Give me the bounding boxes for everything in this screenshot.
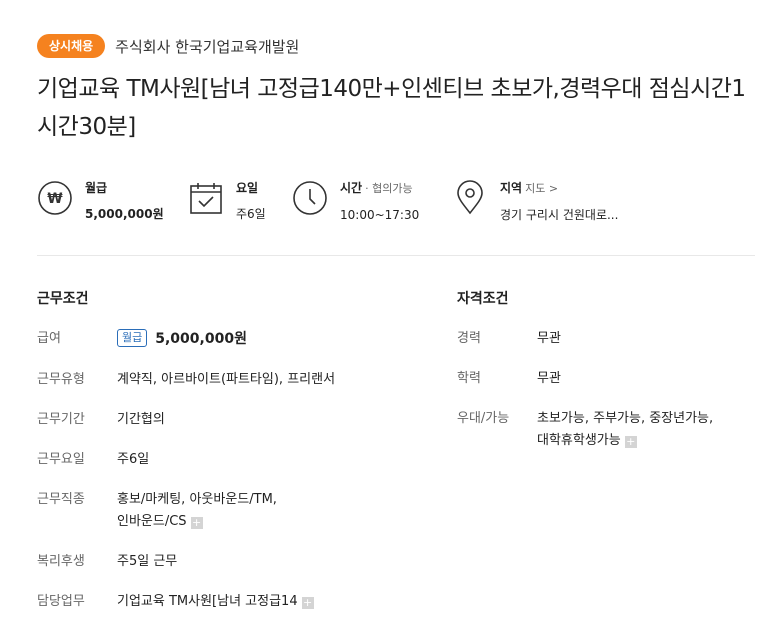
summary-hours-label: 시간 <box>340 181 363 195</box>
location-pin-icon <box>457 180 483 215</box>
summary-pay-label: 월급 <box>85 181 108 195</box>
summary-days-value: 주6일 <box>236 207 266 221</box>
svg-text:₩: ₩ <box>47 191 63 207</box>
hiring-type-badge: 상시채용 <box>37 34 106 58</box>
condition-row: 근무직종 홍보/마케팅, 아웃바운드/TM, 인바운드/CS + <box>37 489 335 533</box>
condition-row: 근무유형 계약직, 아르바이트(파트타임), 프리랜서 <box>37 369 335 391</box>
condition-label: 복리후생 <box>37 554 85 569</box>
expand-plus-icon[interactable]: + <box>301 597 314 609</box>
qualification-row: 경력 무관 <box>457 328 713 350</box>
summary-days-label: 요일 <box>236 181 259 195</box>
condition-row: 근무요일 주6일 <box>37 449 335 471</box>
qualifications-title: 자격조건 <box>457 291 509 307</box>
condition-value: 기간협의 <box>117 412 165 427</box>
summary-pay: ₩ 월급 5,000,000원 <box>37 180 164 222</box>
qualification-value: 초보가능, 주부가능, 중장년가능, <box>537 411 714 426</box>
condition-row: 근무기간 기간협의 <box>37 409 335 431</box>
summary-location-label: 지역 <box>500 181 523 195</box>
qualification-label: 우대/가능 <box>457 411 510 426</box>
summary-location-value: 경기 구리시 건원대로... <box>500 208 619 222</box>
expand-plus-icon[interactable]: + <box>624 436 637 448</box>
expand-plus-icon[interactable]: + <box>190 517 203 529</box>
condition-value: 주6일 <box>117 452 150 467</box>
qualification-row: 학력 무관 <box>457 368 713 390</box>
condition-row: 복리후생 주5일 근무 <box>37 551 335 573</box>
condition-label: 근무유형 <box>37 372 85 387</box>
condition-value: 계약직, 아르바이트(파트타임), 프리랜서 <box>117 372 336 387</box>
condition-row-salary: 급여 월급 5,000,000원 <box>37 328 335 351</box>
summary-hours: 시간 · 협의가능 10:00~17:30 <box>292 180 419 223</box>
condition-label: 근무기간 <box>37 412 85 427</box>
condition-row: 담당업무 기업교육 TM사원[남녀 고정급14 + <box>37 591 335 613</box>
condition-value: 주5일 근무 <box>117 554 178 569</box>
summary-bar: ₩ 월급 5,000,000원 요일 주6일 시간 · 협의가능 10:00~1… <box>37 180 755 230</box>
condition-value: 기업교육 TM사원[남녀 고정급14 <box>117 594 298 609</box>
clock-icon <box>293 181 327 215</box>
condition-value: 홍보/마케팅, 아웃바운드/TM, <box>117 492 277 507</box>
condition-label: 담당업무 <box>37 594 85 609</box>
condition-label: 근무직종 <box>37 492 85 507</box>
salary-type-pill: 월급 <box>117 329 148 347</box>
summary-hours-sub: · 협의가능 <box>365 182 413 195</box>
work-conditions-title: 근무조건 <box>37 291 89 307</box>
summary-pay-value: 5,000,000원 <box>85 207 164 221</box>
company-name[interactable]: 주식회사 한국기업교육개발원 <box>115 36 299 57</box>
qualification-row: 우대/가능 초보가능, 주부가능, 중장년가능, 대학휴학생가능 + <box>457 408 713 452</box>
qualification-value: 무관 <box>537 331 561 346</box>
summary-location: 지역 지도 > 경기 구리시 건원대로... <box>452 180 618 223</box>
qualification-label: 학력 <box>457 371 481 386</box>
header-row: 상시채용 주식회사 한국기업교육개발원 <box>37 34 299 58</box>
job-title: 기업교육 TM사원[남녀 고정급140만+인센티브 초보가,경력우대 점심시간1… <box>37 76 746 140</box>
summary-hours-value: 10:00~17:30 <box>340 208 420 222</box>
won-icon: ₩ <box>38 181 72 215</box>
qualification-value: 대학휴학생가능 <box>537 433 621 448</box>
calendar-check-icon <box>190 183 222 214</box>
condition-label: 급여 <box>37 331 61 346</box>
work-conditions-list: 급여 월급 5,000,000원 근무유형 계약직, 아르바이트(파트타임), 프… <box>37 328 335 631</box>
divider <box>37 255 755 256</box>
condition-value: 인바운드/CS <box>117 514 187 529</box>
condition-label: 근무요일 <box>37 452 85 467</box>
salary-value: 5,000,000원 <box>155 331 247 347</box>
qualification-label: 경력 <box>457 331 481 346</box>
summary-days: 요일 주6일 <box>188 180 266 222</box>
qualifications-list: 경력 무관 학력 무관 우대/가능 초보가능, 주부가능, 중장년가능, 대학휴… <box>457 328 713 470</box>
qualification-value: 무관 <box>537 371 561 386</box>
map-link[interactable]: 지도 > <box>525 182 558 195</box>
